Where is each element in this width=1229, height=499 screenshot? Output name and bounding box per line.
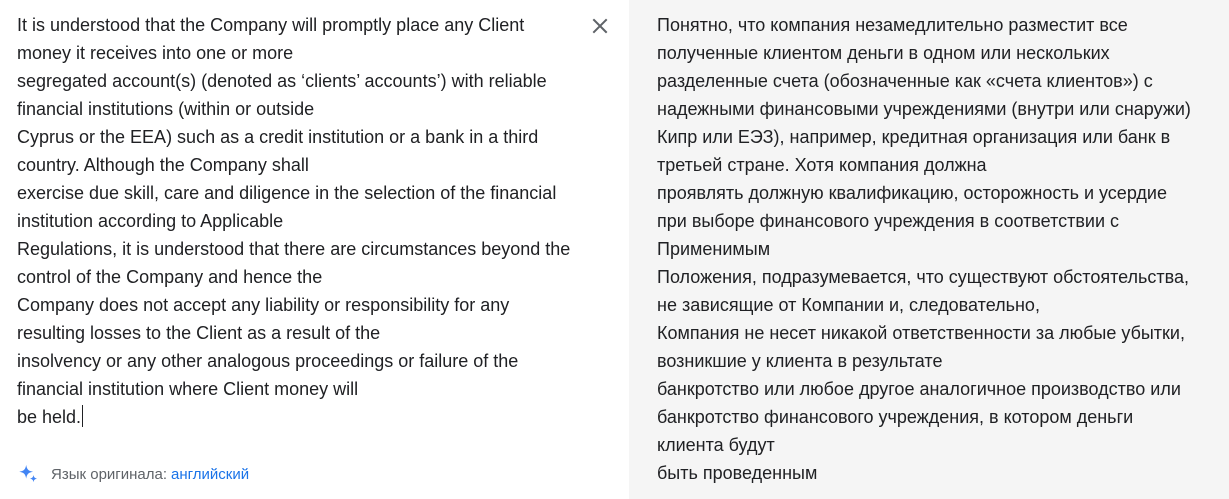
source-line: country. Although the Company shall (17, 155, 309, 175)
sparkle-icon (19, 464, 38, 483)
target-pane: Понятно, что компания незамедлительно ра… (629, 0, 1229, 499)
target-line: надежными финансовыми учреждениями (внут… (657, 99, 1191, 119)
source-text-input[interactable]: It is understood that the Company will p… (17, 11, 577, 431)
source-line: It is understood that the Company will p… (17, 15, 525, 35)
source-line: institution according to Applicable (17, 211, 284, 231)
close-icon (592, 18, 608, 34)
translation-panel: It is understood that the Company will p… (0, 0, 1229, 499)
target-line: не зависящие от Компании и, следовательн… (657, 295, 1040, 315)
source-line: Company does not accept any liability or… (17, 295, 510, 315)
source-line: financial institution where Client money… (17, 379, 359, 399)
target-line: быть проведенным (657, 463, 818, 483)
source-line-text: be held. (17, 407, 82, 427)
target-line: третьей стране. Хотя компания должна (657, 155, 987, 175)
source-language-label: Язык оригинала: (51, 465, 168, 483)
source-pane: It is understood that the Company will p… (0, 0, 629, 499)
source-line: resulting losses to the Client as a resu… (17, 323, 381, 343)
target-line: проявлять должную квалификацию, осторожн… (657, 183, 1167, 203)
source-line: Regulations, it is understood that there… (17, 239, 571, 259)
target-line: Применимым (657, 239, 771, 259)
source-line: insolvency or any other analogous procee… (17, 351, 519, 371)
target-line: полученные клиентом деньги в одном или н… (657, 43, 1110, 63)
target-line: банкротство или любое другое аналогичное… (657, 379, 1181, 399)
target-line: Положения, подразумевается, что существу… (657, 267, 1190, 287)
target-line: банкротство финансового учреждения, в ко… (657, 407, 1134, 427)
target-line: возникшие у клиента в результате (657, 351, 943, 371)
target-line: Компания не несет никакой ответственност… (657, 323, 1185, 343)
target-line: Кипр или ЕЭЗ), например, кредитная орган… (657, 127, 1171, 147)
clear-source-button[interactable] (588, 14, 612, 38)
source-line: control of the Company and hence the (17, 267, 323, 287)
source-line: financial institutions (within or outsid… (17, 99, 315, 119)
target-line: клиента будут (657, 435, 775, 455)
source-line-last: be held. (17, 403, 577, 431)
text-cursor (82, 405, 84, 427)
target-line: при выборе финансового учреждения в соот… (657, 211, 1120, 231)
target-line: разделенные счета (обозначенные как «сче… (657, 71, 1153, 91)
translated-text: Понятно, что компания незамедлительно ра… (657, 11, 1229, 487)
source-line: segregated account(s) (denoted as ‘clien… (17, 71, 547, 91)
source-line: Cyprus or the EEA) such as a credit inst… (17, 127, 539, 147)
source-line: money it receives into one or more (17, 43, 294, 63)
target-line: Понятно, что компания незамедлительно ра… (657, 15, 1128, 35)
detected-language: Язык оригинала: английский (17, 462, 249, 486)
source-language-link[interactable]: английский (171, 466, 249, 483)
source-line: exercise due skill, care and diligence i… (17, 183, 557, 203)
